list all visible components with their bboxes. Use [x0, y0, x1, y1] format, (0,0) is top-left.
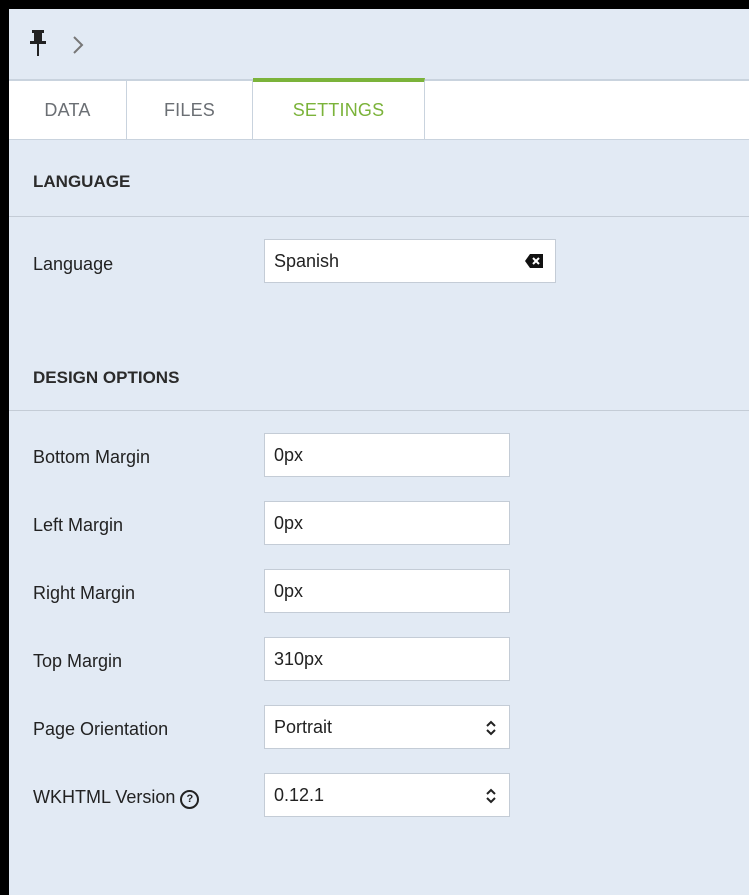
language-value: Spanish	[274, 251, 340, 271]
top-margin-label: Top Margin	[33, 651, 123, 671]
language-section-title: LANGUAGE	[9, 139, 749, 217]
page-orientation-label: Page Orientation	[33, 719, 169, 739]
settings-panel: DATA FILES SETTINGS LANGUAGE Language Sp…	[9, 9, 749, 895]
chevron-right-icon[interactable]	[71, 35, 85, 55]
bottom-margin-field[interactable]: 0px	[264, 433, 510, 477]
bottom-margin-value: 0px	[274, 445, 304, 465]
select-arrows-icon	[486, 788, 496, 804]
select-arrows-icon	[486, 720, 496, 736]
language-field[interactable]: Spanish	[264, 239, 556, 283]
wkhtml-version-label: WKHTML Version	[33, 787, 176, 807]
right-margin-value: 0px	[274, 581, 304, 601]
wkhtml-version-value: 0.12.1	[274, 785, 325, 805]
page-orientation-select[interactable]: Portrait	[264, 705, 510, 749]
left-margin-field[interactable]: 0px	[264, 501, 510, 545]
clear-icon[interactable]	[525, 254, 543, 268]
left-margin-label: Left Margin	[33, 515, 124, 535]
bottom-margin-label: Bottom Margin	[33, 447, 151, 467]
right-margin-label: Right Margin	[33, 583, 136, 603]
top-toolbar	[9, 9, 749, 81]
tab-settings[interactable]: SETTINGS	[253, 78, 425, 139]
tab-bar: DATA FILES SETTINGS	[9, 78, 749, 140]
wkhtml-version-select[interactable]: 0.12.1	[264, 773, 510, 817]
tab-files[interactable]: FILES	[127, 81, 253, 139]
tab-data[interactable]: DATA	[9, 81, 127, 139]
help-icon[interactable]: ?	[180, 790, 200, 809]
top-margin-field[interactable]: 310px	[264, 637, 510, 681]
design-options-section-title: DESIGN OPTIONS	[9, 333, 749, 411]
language-label: Language	[33, 254, 114, 274]
right-margin-field[interactable]: 0px	[264, 569, 510, 613]
pin-icon[interactable]	[27, 30, 49, 56]
wkhtml-version-label-wrap: WKHTML Version?	[33, 787, 200, 809]
top-margin-value: 310px	[274, 649, 324, 669]
left-margin-value: 0px	[274, 513, 304, 533]
page-orientation-value: Portrait	[274, 717, 333, 737]
